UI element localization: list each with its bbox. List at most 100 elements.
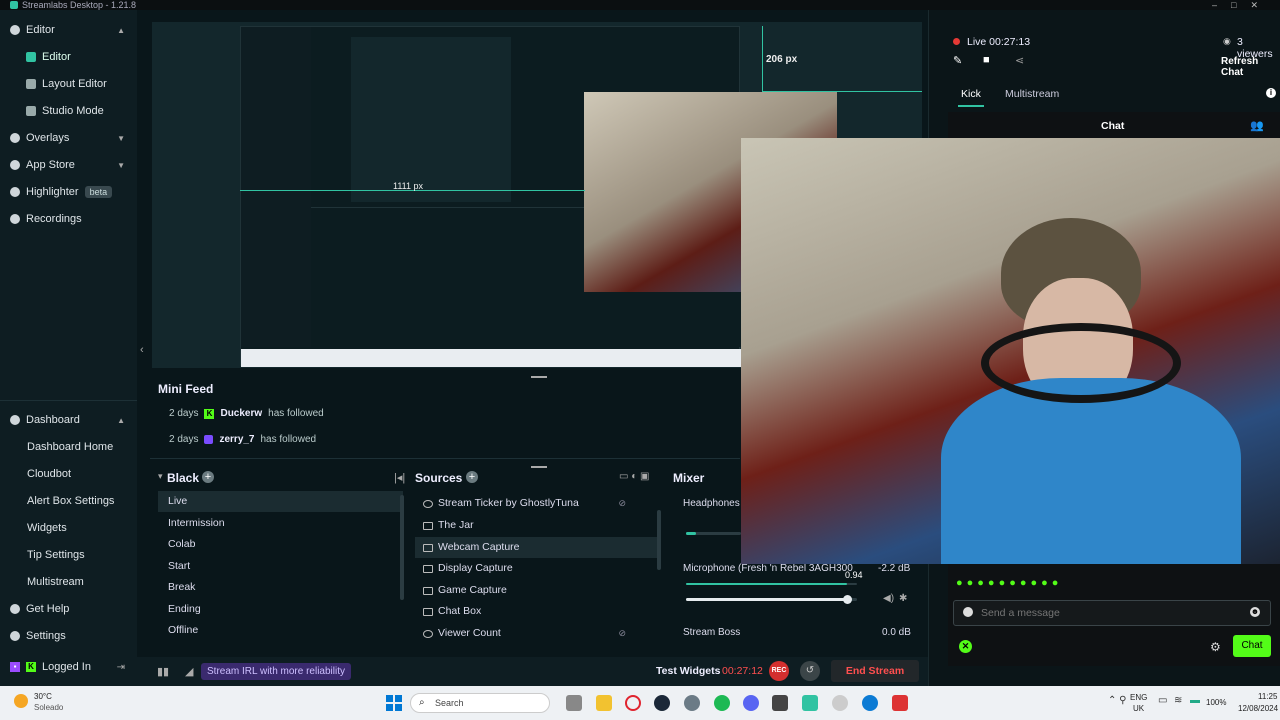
file-explorer-icon[interactable] (596, 695, 612, 711)
sources-scrollbar[interactable] (657, 510, 661, 570)
scene-item-intermission[interactable]: Intermission (158, 513, 403, 534)
feed-user[interactable]: zerry_7 (219, 434, 254, 445)
discord-icon[interactable] (743, 695, 759, 711)
network-icon[interactable]: ▭ (1158, 695, 1167, 706)
source-item-game-capture[interactable]: Game Capture (415, 580, 660, 601)
speaker-icon[interactable]: ◀) (883, 593, 894, 604)
scenes-scrollbar[interactable] (400, 495, 404, 600)
mic-volume-knob[interactable] (842, 595, 852, 604)
source-item-webcam-capture[interactable]: Webcam Capture (415, 537, 660, 558)
sidebar-item-logged-in[interactable]: ▪ K Logged In ⇥ (0, 654, 137, 680)
clock-time[interactable]: 11:25 (1258, 692, 1277, 701)
promo-banner[interactable]: Stream IRL with more reliability (201, 663, 352, 680)
sidebar-item-tip-settings[interactable]: Tip Settings (0, 542, 137, 568)
kick-badge-icon[interactable]: ✕ (959, 640, 972, 653)
resize-handle[interactable] (531, 376, 547, 378)
clock-date: 12/08/2024 (1238, 704, 1279, 713)
sidebar-item-alert-box-settings[interactable]: Alert Box Settings (0, 488, 137, 514)
scene-item-colab[interactable]: Colab (158, 534, 403, 555)
store-icon (10, 160, 20, 170)
collapse-arrow-icon[interactable]: ‹ (140, 344, 144, 356)
sidebar-item-editor-group[interactable]: Editor ▲ (0, 17, 137, 43)
source-item-viewer-count[interactable]: Viewer Count ⊘ (415, 623, 660, 644)
scene-item-ending[interactable]: Ending (158, 599, 403, 620)
feed-user[interactable]: Duckerw (220, 408, 262, 419)
send-chat-button[interactable]: Chat (1233, 635, 1271, 657)
test-widgets-button[interactable]: Test Widgets (656, 665, 720, 677)
settings-app-icon[interactable] (684, 695, 700, 711)
scene-item-live[interactable]: Live (158, 491, 403, 512)
tab-kick[interactable]: Kick (961, 88, 981, 100)
sidebar-item-dashboard-home[interactable]: Dashboard Home (0, 434, 137, 460)
edge-icon[interactable] (862, 695, 878, 711)
weather-icon[interactable] (14, 694, 28, 708)
gear-icon[interactable]: ✱ (899, 593, 907, 604)
scenes-title[interactable]: Black (167, 471, 199, 485)
performance-icon[interactable]: ▮▮ (157, 665, 169, 678)
sidebar-item-cloudbot[interactable]: Cloudbot (0, 461, 137, 487)
sidebar-item-highlighter[interactable]: Highlighter beta (0, 179, 137, 205)
emote-bar[interactable]: ●●●●●●●●●● (956, 577, 1062, 589)
webcam-capture-overlay[interactable] (741, 138, 1280, 564)
source-tools-icon[interactable]: ▭ ◐ ▣ (619, 471, 650, 482)
edit-stream-icon[interactable]: ✎ (953, 54, 962, 67)
logout-icon[interactable]: ⇥ (117, 662, 125, 673)
source-item-display-capture[interactable]: Display Capture (415, 558, 660, 579)
spotify-icon[interactable] (714, 695, 730, 711)
mic-volume-slider[interactable] (686, 598, 857, 601)
meter-fill (686, 583, 847, 585)
taskbar-search-box[interactable]: ⌕ Search (410, 693, 550, 713)
sidebar-item-layout-editor[interactable]: Layout Editor (0, 71, 137, 97)
source-item-chat-box[interactable]: Chat Box (415, 601, 660, 622)
sidebar-item-editor[interactable]: Editor (0, 44, 137, 70)
battery-icon[interactable]: ▬ (1190, 695, 1200, 706)
scene-item-offline[interactable]: Offline (158, 620, 403, 641)
resize-handle[interactable] (531, 466, 547, 468)
scene-collection-chevron-icon[interactable]: ▾ (158, 471, 163, 482)
sidebar-item-multistream[interactable]: Multistream (0, 569, 137, 595)
hidden-eye-icon[interactable]: ⊘ (618, 493, 626, 514)
scene-transition-icon[interactable]: |◂| (394, 471, 405, 484)
sidebar-item-studio-mode[interactable]: Studio Mode (0, 98, 137, 124)
source-item-the-jar[interactable]: The Jar (415, 515, 660, 536)
refresh-chat-button[interactable]: Refresh Chat (1221, 56, 1280, 78)
opera-icon[interactable] (625, 695, 641, 711)
info-icon[interactable]: i (1266, 88, 1276, 98)
language-indicator[interactable]: ENG (1130, 693, 1147, 702)
add-source-icon[interactable]: + (466, 471, 478, 483)
sidebar-item-recordings[interactable]: Recordings (0, 206, 137, 232)
task-view-icon[interactable] (566, 695, 582, 711)
users-icon[interactable]: 👥 (1250, 119, 1264, 132)
steam-icon[interactable] (654, 695, 670, 711)
camera-icon[interactable]: ■ (983, 54, 990, 66)
add-scene-icon[interactable]: + (202, 471, 214, 483)
scene-item-break[interactable]: Break (158, 577, 403, 598)
user-badge-icon (963, 607, 973, 617)
share-icon[interactable]: ⋖ (1015, 54, 1024, 67)
rec-button[interactable]: REC (769, 661, 789, 681)
end-stream-button[interactable]: End Stream (831, 660, 919, 682)
sidebar-item-settings[interactable]: Settings (0, 623, 137, 649)
app-icon[interactable] (892, 695, 908, 711)
source-item-stream-ticker[interactable]: Stream Ticker by GhostlyTuna ⊘ (415, 493, 660, 514)
chat-settings-gear-icon[interactable]: ⚙ (1210, 640, 1221, 654)
sidebar-item-widgets[interactable]: Widgets (0, 515, 137, 541)
scene-item-start[interactable]: Start (158, 556, 403, 577)
app-icon[interactable] (832, 695, 848, 711)
windows-start-icon[interactable] (386, 695, 402, 711)
sidebar-item-dashboard[interactable]: Dashboard ▲ (0, 407, 137, 433)
sidebar-item-get-help[interactable]: Get Help (0, 596, 137, 622)
emoji-icon[interactable]: ☻ (1250, 607, 1260, 617)
streamlabs-taskbar-icon[interactable] (802, 695, 818, 711)
twitch-icon (204, 435, 214, 444)
chat-message-input[interactable] (981, 604, 1231, 622)
sidebar-item-overlays[interactable]: Overlays ▼ (0, 125, 137, 151)
replay-buffer-icon[interactable]: ↺ (800, 661, 820, 681)
snipping-tool-icon[interactable] (772, 695, 788, 711)
tray-icons[interactable]: ⌃ ⚲ (1108, 695, 1126, 706)
hidden-eye-icon[interactable]: ⊘ (618, 623, 626, 644)
nested-sidebar (241, 27, 311, 347)
wifi-icon[interactable]: ≋ (1174, 695, 1182, 706)
sidebar-item-app-store[interactable]: App Store ▼ (0, 152, 137, 178)
tab-multistream[interactable]: Multistream (1005, 88, 1059, 100)
